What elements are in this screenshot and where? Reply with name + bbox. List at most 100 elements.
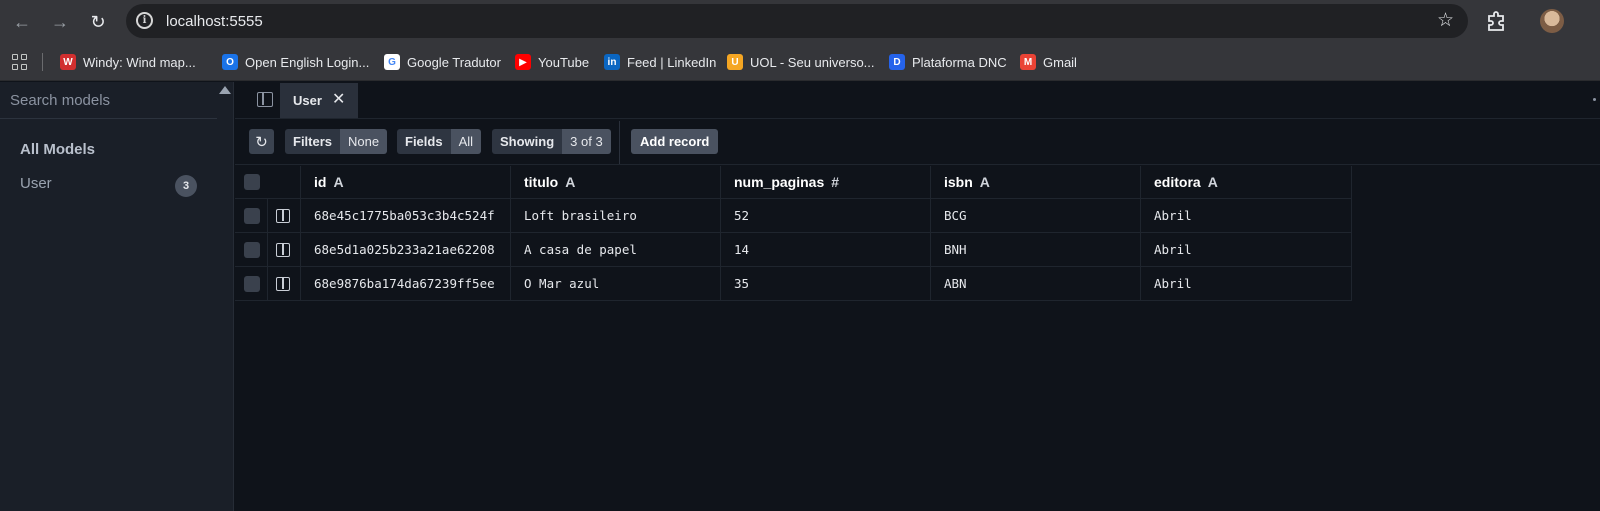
bookmark-label: UOL - Seu universo... xyxy=(750,54,875,70)
column-type-icon: A xyxy=(565,174,576,190)
all-models-heading: All Models xyxy=(20,141,96,158)
showing-button[interactable]: Showing 3 of 3 xyxy=(492,129,611,154)
row-checkbox[interactable] xyxy=(244,241,260,258)
column-name: editora xyxy=(1154,174,1201,190)
bookmark-item[interactable]: U UOL - Seu universo... xyxy=(727,53,875,71)
fields-label: Fields xyxy=(397,129,451,154)
row-select-cell xyxy=(235,267,268,300)
bookmark-item[interactable]: O Open English Login... xyxy=(222,53,369,71)
column-name: num_paginas xyxy=(734,174,825,190)
filters-value: None xyxy=(340,129,388,154)
sidebar-toggle-icon[interactable] xyxy=(257,92,273,107)
row-select-cell xyxy=(235,199,268,232)
column-header[interactable]: isbn A xyxy=(931,166,1141,198)
refresh-icon: ↻ xyxy=(255,133,268,151)
bookmarks-bar: W Windy: Wind map... O Open English Login..… xyxy=(0,43,1600,81)
scroll-up-arrow-icon[interactable] xyxy=(219,86,231,94)
reload-icon[interactable]: ↻ xyxy=(84,8,112,36)
site-info-icon[interactable]: i xyxy=(136,12,153,29)
sidebar-item-user[interactable]: User xyxy=(20,175,52,192)
bookmark-label: YouTube xyxy=(538,54,590,70)
bookmark-label: Plataforma DNC xyxy=(912,54,1007,70)
bookmark-item[interactable]: in Feed | LinkedIn xyxy=(604,53,716,71)
table-header-row: id A titulo Anum_paginas # isbn Aeditora A xyxy=(235,166,1352,199)
table-cell[interactable]: Loft brasileiro xyxy=(511,199,721,232)
bookmark-item[interactable]: W Windy: Wind map... xyxy=(60,53,196,71)
search-models-input[interactable]: Search models xyxy=(10,92,110,109)
open-record-icon[interactable] xyxy=(276,276,290,291)
row-checkbox[interactable] xyxy=(244,207,260,224)
table-cell[interactable]: BNH xyxy=(931,233,1141,266)
table-cell[interactable]: Abril xyxy=(1141,267,1352,300)
bookmark-label: Gmail xyxy=(1043,54,1077,70)
open-record-icon[interactable] xyxy=(276,242,290,257)
column-name: titulo xyxy=(524,174,559,190)
filters-label: Filters xyxy=(285,129,341,154)
table-cell[interactable]: Abril xyxy=(1141,233,1352,266)
bookmark-label: Open English Login... xyxy=(245,54,370,70)
apps-grid-icon[interactable] xyxy=(12,54,28,70)
close-icon[interactable]: ✕ xyxy=(332,91,345,109)
column-name: isbn xyxy=(944,174,973,190)
table-cell[interactable]: A casa de papel xyxy=(511,233,721,266)
bookmark-favicon-icon: ▶ xyxy=(515,54,531,70)
table-row: 68e45c1775ba053c3b4c524f Loft brasileiro 5… xyxy=(235,199,1352,233)
back-icon[interactable]: ← xyxy=(8,8,36,36)
row-open-cell xyxy=(268,199,301,232)
bookmark-favicon-icon: O xyxy=(222,54,238,70)
refresh-button[interactable]: ↻ xyxy=(249,129,274,154)
add-record-button[interactable]: Add record xyxy=(631,129,719,154)
filters-button[interactable]: Filters None xyxy=(285,129,388,154)
fields-button[interactable]: Fields All xyxy=(397,129,482,154)
toolbar-divider xyxy=(619,121,620,164)
bookmark-favicon-icon: D xyxy=(889,54,905,70)
open-record-icon[interactable] xyxy=(276,208,290,223)
table-row: 68e9876ba174da67239ff5ee O Mar azul 35 ABN A… xyxy=(235,267,1352,301)
profile-avatar[interactable] xyxy=(1540,9,1564,33)
search-divider xyxy=(0,118,217,119)
bookmark-label: Windy: Wind map... xyxy=(83,54,196,70)
url-text: localhost:5555 xyxy=(166,13,263,30)
bookmark-favicon-icon: M xyxy=(1020,54,1036,70)
bookmark-label: Google Tradutor xyxy=(407,54,501,70)
table-cell[interactable]: 68e45c1775ba053c3b4c524f xyxy=(301,199,511,232)
row-checkbox[interactable] xyxy=(244,275,260,292)
column-header[interactable]: editora A xyxy=(1141,166,1352,198)
table-cell[interactable]: Abril xyxy=(1141,199,1352,232)
tab-user[interactable]: User ✕ xyxy=(280,83,358,118)
bookmark-star-icon[interactable]: ☆ xyxy=(1437,9,1454,32)
table-row: 68e5d1a025b233a21ae62208 A casa de papel 1… xyxy=(235,233,1352,267)
table-cell[interactable]: 35 xyxy=(721,267,931,300)
bookmark-label: Feed | LinkedIn xyxy=(627,54,717,70)
bookmark-item[interactable]: D Plataforma DNC xyxy=(889,53,1007,71)
showing-value: 3 of 3 xyxy=(562,129,611,154)
tab-label: User xyxy=(293,93,322,108)
select-all-checkbox[interactable] xyxy=(244,174,260,190)
bookmark-favicon-icon: G xyxy=(384,54,400,70)
column-type-icon: A xyxy=(979,174,990,190)
column-header[interactable]: num_paginas # xyxy=(721,166,931,198)
table-cell[interactable]: 68e9876ba174da67239ff5ee xyxy=(301,267,511,300)
address-bar[interactable]: i localhost:5555 ☆ xyxy=(126,4,1468,38)
row-open-cell xyxy=(268,267,301,300)
forward-icon[interactable]: → xyxy=(46,8,74,36)
more-indicator xyxy=(1593,98,1596,101)
header-select-cell xyxy=(235,166,301,198)
bookmarks-divider xyxy=(42,53,43,71)
table-cell[interactable]: O Mar azul xyxy=(511,267,721,300)
column-name: id xyxy=(314,174,327,190)
models-sidebar: Search models All Models User 3 xyxy=(0,82,234,511)
bookmark-item[interactable]: ▶ YouTube xyxy=(515,53,589,71)
table-cell[interactable]: 14 xyxy=(721,233,931,266)
bookmark-item[interactable]: G Google Tradutor xyxy=(384,53,501,71)
extensions-icon[interactable] xyxy=(1485,10,1507,32)
column-header[interactable]: id A xyxy=(301,166,511,198)
bookmark-favicon-icon: U xyxy=(727,54,743,70)
column-header[interactable]: titulo A xyxy=(511,166,721,198)
bookmark-item[interactable]: M Gmail xyxy=(1020,53,1077,71)
table-cell[interactable]: 68e5d1a025b233a21ae62208 xyxy=(301,233,511,266)
table-cell[interactable]: ABN xyxy=(931,267,1141,300)
row-select-cell xyxy=(235,233,268,266)
table-cell[interactable]: BCG xyxy=(931,199,1141,232)
table-cell[interactable]: 52 xyxy=(721,199,931,232)
